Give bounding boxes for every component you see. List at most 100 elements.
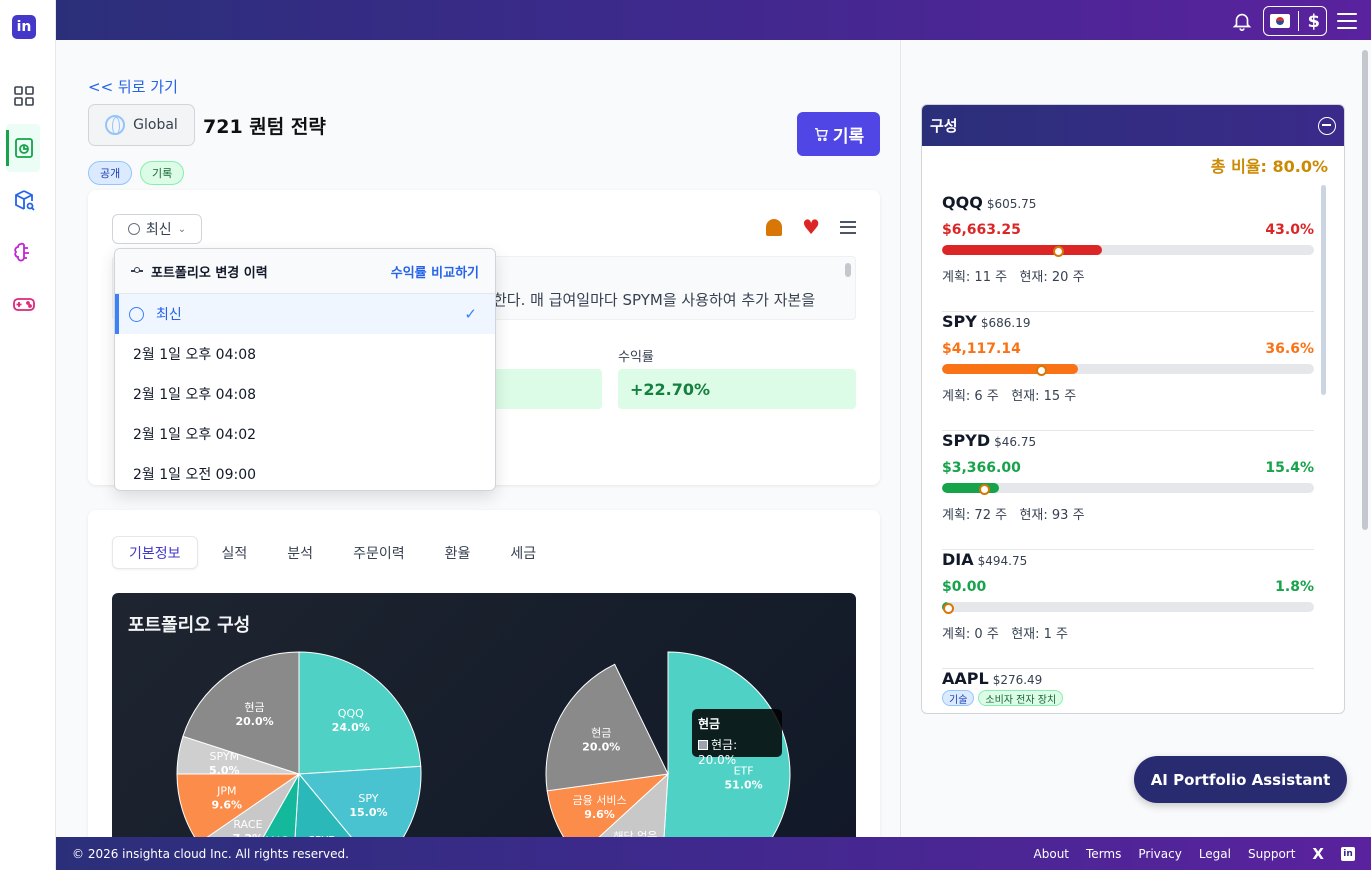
- version-item-latest[interactable]: 최신 ✓: [115, 294, 495, 334]
- version-item[interactable]: 2월 1일 오후 04:08: [115, 334, 495, 374]
- pie-label: JPM: [216, 784, 236, 797]
- return-label: 수익률: [618, 350, 654, 365]
- holding-bar-fill: [942, 364, 1079, 374]
- brain-icon[interactable]: [12, 240, 36, 264]
- total-ratio: 총 비율: 80.0%: [1210, 157, 1328, 176]
- dashboard-icon[interactable]: [12, 84, 36, 108]
- portfolio-icon[interactable]: [12, 136, 36, 160]
- holding-percent: 15.4%: [1265, 460, 1314, 476]
- x-social-icon[interactable]: X: [1312, 845, 1324, 863]
- version-select-button[interactable]: 최신 ⌄: [112, 214, 202, 244]
- description-scrollbar[interactable]: [845, 263, 851, 277]
- sidebar: in: [0, 0, 56, 870]
- region-selector[interactable]: Global: [88, 104, 195, 146]
- favorite-heart-icon[interactable]: ♥: [802, 217, 820, 237]
- record-tag: 기록: [140, 161, 185, 185]
- tab-tax[interactable]: 세금: [494, 536, 552, 569]
- language-currency-selector[interactable]: $: [1263, 6, 1327, 36]
- collapse-minus-icon[interactable]: [1318, 116, 1336, 135]
- holding-ticker: QQQ $605.75: [942, 193, 1037, 212]
- pie-value-label: 15.0%: [349, 806, 387, 819]
- clock-icon: [129, 306, 144, 322]
- holdings-scrollbar[interactable]: [1321, 185, 1326, 395]
- holding-ticker: SPY $686.19: [942, 312, 1031, 331]
- footer-link-about[interactable]: About: [1034, 847, 1069, 861]
- pie-label: RACE: [233, 818, 262, 831]
- tooltip-swatch: [698, 740, 708, 750]
- holding-bar: [942, 483, 1314, 493]
- ai-portfolio-assistant-button[interactable]: AI Portfolio Assistant: [1134, 756, 1347, 803]
- tab-performance[interactable]: 실적: [206, 536, 264, 569]
- check-icon: ✓: [464, 305, 477, 323]
- holding-price: $605.75: [986, 197, 1037, 211]
- holding-value: $4,117.14: [942, 341, 1021, 357]
- currency-dollar-icon[interactable]: $: [1307, 11, 1320, 32]
- back-link[interactable]: << 뒤로 가기: [88, 76, 178, 97]
- options-menu-icon[interactable]: [840, 220, 856, 234]
- footer-link-privacy[interactable]: Privacy: [1138, 847, 1181, 861]
- return-value: +22.70%: [618, 369, 856, 409]
- tab-analysis[interactable]: 분석: [271, 536, 329, 569]
- tab-exchange-rate[interactable]: 환율: [429, 536, 487, 569]
- region-label: Global: [133, 117, 178, 133]
- pie-value-label: 20.0%: [235, 715, 273, 728]
- portfolio-details-card: 기본정보 실적 분석 주문이력 환율 세금 포트폴리오 구성 QQQ 24.0% S…: [88, 510, 880, 837]
- holding-percent: 36.6%: [1265, 341, 1314, 357]
- version-item[interactable]: 2월 1일 오후 04:08: [115, 374, 495, 414]
- holding-shares: 계획: 0 주 현재: 1 주: [942, 627, 1068, 642]
- pie-label: 현금: [244, 701, 264, 714]
- holding-item-qqq[interactable]: QQQ $605.75 $6,663.25 43.0% 계획: 11 주 현재: 20 …: [942, 193, 1314, 312]
- sidebar-active-indicator: [6, 130, 9, 166]
- holding-ticker: AAPL $276.49: [942, 669, 1043, 688]
- divider: [1298, 11, 1300, 31]
- holding-item-dia[interactable]: DIA $494.75 $0.00 1.8% 계획: 0 주 현재: 1 주: [942, 550, 1314, 669]
- pie-label: QQQ: [338, 707, 364, 720]
- pie-value-label: 5.0%: [209, 764, 240, 777]
- pie-label: 현금: [591, 726, 611, 739]
- composition-header: 구성: [922, 105, 1344, 146]
- composition-title: 구성: [930, 117, 958, 135]
- holding-target-marker: [1053, 246, 1065, 257]
- record-button[interactable]: 기록: [797, 112, 880, 156]
- composition-panel: 구성 총 비율: 80.0% QQQ $605.75 $6,663.25 43.0% 계…: [921, 104, 1345, 714]
- window-scrollbar[interactable]: [1362, 50, 1368, 530]
- compare-returns-link[interactable]: 수익률 비교하기: [391, 262, 479, 281]
- industry-tag: 소비자 전자 장치: [978, 690, 1064, 706]
- holding-item-spyd[interactable]: SPYD $46.75 $3,366.00 15.4% 계획: 72 주 현재: 93 …: [942, 431, 1314, 550]
- holding-ticker: SPYD $46.75: [942, 431, 1037, 450]
- detail-tabs: 기본정보 실적 분석 주문이력 환율 세금: [112, 536, 560, 569]
- footer-link-support[interactable]: Support: [1248, 847, 1295, 861]
- holding-bar-fill: [942, 245, 1102, 255]
- app-logo-icon[interactable]: in: [12, 15, 36, 39]
- tab-basic-info[interactable]: 기본정보: [112, 536, 198, 569]
- version-history-dropdown: 포트폴리오 변경 이력 수익률 비교하기 최신 ✓ 2월 1일 오후 04:08…: [114, 248, 496, 491]
- holding-shares: 계획: 11 주 현재: 20 주: [942, 270, 1085, 285]
- chart-tooltip: 현금 현금: 20.0%: [692, 709, 782, 767]
- alert-bell-icon[interactable]: [766, 218, 783, 236]
- holding-value: $0.00: [942, 579, 987, 595]
- top-bar: $: [56, 0, 1371, 40]
- holding-bar: [942, 364, 1314, 374]
- holding-bar: [942, 602, 1314, 612]
- holding-item-spy[interactable]: SPY $686.19 $4,117.14 36.6% 계획: 6 주 현재: 15 주: [942, 312, 1314, 431]
- sector-tag: 기술: [942, 690, 975, 706]
- notification-bell-icon[interactable]: [1231, 10, 1253, 32]
- holding-price: $46.75: [994, 435, 1037, 449]
- tab-order-history[interactable]: 주문이력: [337, 536, 421, 569]
- portfolio-composition-panel: 포트폴리오 구성 QQQ24.0%SPY15.0%SPYD12.0%MAR7.2…: [112, 593, 856, 837]
- holding-target-marker: [979, 484, 991, 495]
- clock-icon: [127, 223, 140, 235]
- holding-bar-fill: [942, 483, 1000, 493]
- gamepad-icon[interactable]: [12, 292, 36, 316]
- chevron-down-icon: ⌄: [177, 223, 187, 235]
- footer-link-terms[interactable]: Terms: [1086, 847, 1121, 861]
- korea-flag-icon[interactable]: [1270, 14, 1291, 28]
- version-item[interactable]: 2월 1일 오후 04:02: [115, 414, 495, 454]
- linkedin-icon[interactable]: in: [1341, 846, 1355, 861]
- menu-icon[interactable]: [1337, 13, 1357, 29]
- copyright: © 2026 insighta cloud Inc. All rights re…: [72, 846, 349, 861]
- aapl-tags: 기술 소비자 전자 장치: [942, 690, 1064, 706]
- footer-link-legal[interactable]: Legal: [1199, 847, 1231, 861]
- package-search-icon[interactable]: [12, 188, 36, 212]
- version-item[interactable]: 2월 1일 오전 09:00: [115, 454, 495, 490]
